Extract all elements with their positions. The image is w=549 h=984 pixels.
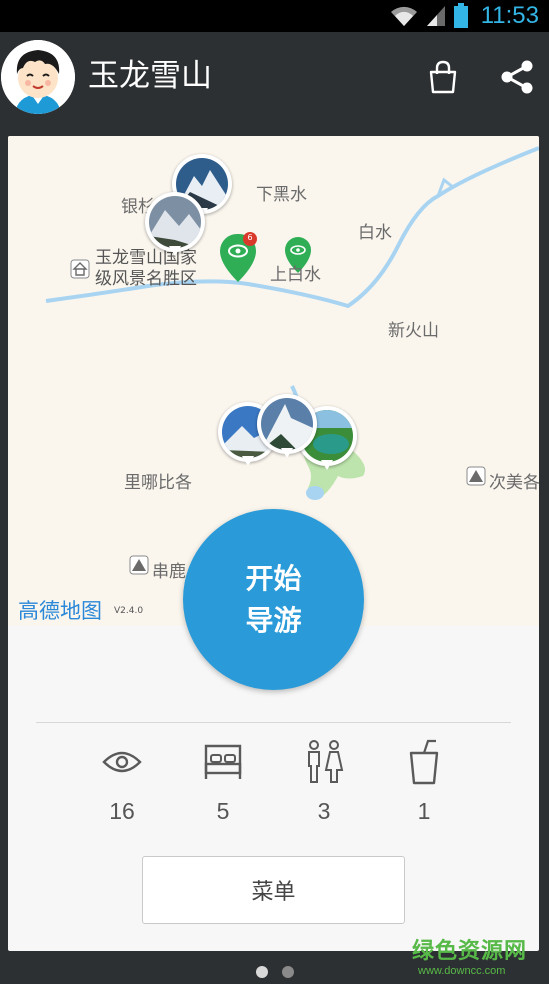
map-poi-yulong-scenic-area[interactable]: 玉龙雪山国家 级风景名胜区 (95, 248, 197, 290)
map-version: V2.4.0 (114, 606, 144, 616)
snow-mountain-photo-icon (149, 196, 201, 248)
watermark-text: 绿色资源网 (412, 939, 528, 964)
battery-icon (454, 3, 468, 28)
page-dot-2[interactable] (281, 966, 294, 978)
status-icons (389, 2, 469, 30)
drink-cup-icon (409, 739, 439, 785)
bed-icon (204, 744, 242, 779)
map-label-xinhuoshan: 新火山 (388, 321, 439, 341)
start-tour-button[interactable]: 开始 导游 (183, 509, 364, 690)
shopping-bag-icon (429, 60, 457, 94)
stat-restrooms-count: 3 (317, 798, 331, 824)
shopping-bag-button[interactable] (424, 58, 462, 96)
map-pin-viewpoint-a[interactable] (220, 234, 256, 282)
stat-viewpoints-count: 16 (109, 798, 135, 824)
status-time: 11:53 (480, 2, 539, 29)
map-pin-viewpoint-b[interactable] (285, 237, 311, 273)
stats-row: 16 5 3 1 (8, 736, 539, 836)
stat-viewpoints[interactable]: 16 (72, 736, 172, 825)
status-bar: 11:53 (0, 0, 549, 32)
map-label-chuanlu: 串鹿 (152, 562, 186, 582)
stat-hotels[interactable]: 5 (173, 736, 273, 825)
start-tour-label-line2: 导游 (245, 603, 302, 637)
avatar[interactable] (1, 40, 75, 114)
app-bar: 玉龙雪山 (0, 32, 549, 120)
share-icon (501, 60, 533, 94)
map-label-baishui: 白水 (358, 223, 392, 243)
page-indicator (0, 966, 549, 978)
menu-button[interactable]: 菜单 (142, 856, 405, 924)
avatar-cartoon-icon (1, 40, 75, 114)
start-tour-label-line1: 开始 (245, 561, 302, 595)
main-card: 银杉 下黑水 白水 上白水 新火山 里哪比各 次美各 串鹿 玉龙雪山国家 级风景… (8, 136, 539, 951)
wifi-icon (391, 6, 417, 26)
restroom-icon (308, 740, 344, 783)
map-label-xiaheishui: 下黑水 (256, 185, 307, 205)
stat-hotels-count: 5 (216, 798, 230, 824)
page-dot-1[interactable] (255, 966, 268, 978)
stat-drinks-count: 1 (417, 798, 431, 824)
stat-restrooms[interactable]: 3 (274, 736, 374, 825)
map-poi-label-line2: 级风景名胜区 (95, 269, 197, 289)
map-provider-logo: 高德地图 (18, 599, 102, 623)
photo-pin-mountain-2[interactable] (145, 192, 205, 256)
page-title: 玉龙雪山 (88, 58, 212, 94)
stat-drinks[interactable]: 1 (374, 736, 474, 825)
share-button[interactable] (498, 58, 536, 96)
eye-icon (102, 751, 142, 773)
photo-pin-mountain-5[interactable] (257, 394, 317, 458)
map-label-linabige: 里哪比各 (124, 473, 192, 493)
signal-icon (427, 6, 445, 26)
snow-mountain-photo-icon (261, 398, 313, 450)
divider (36, 722, 511, 723)
map-label-cimeige: 次美各 (489, 473, 539, 493)
